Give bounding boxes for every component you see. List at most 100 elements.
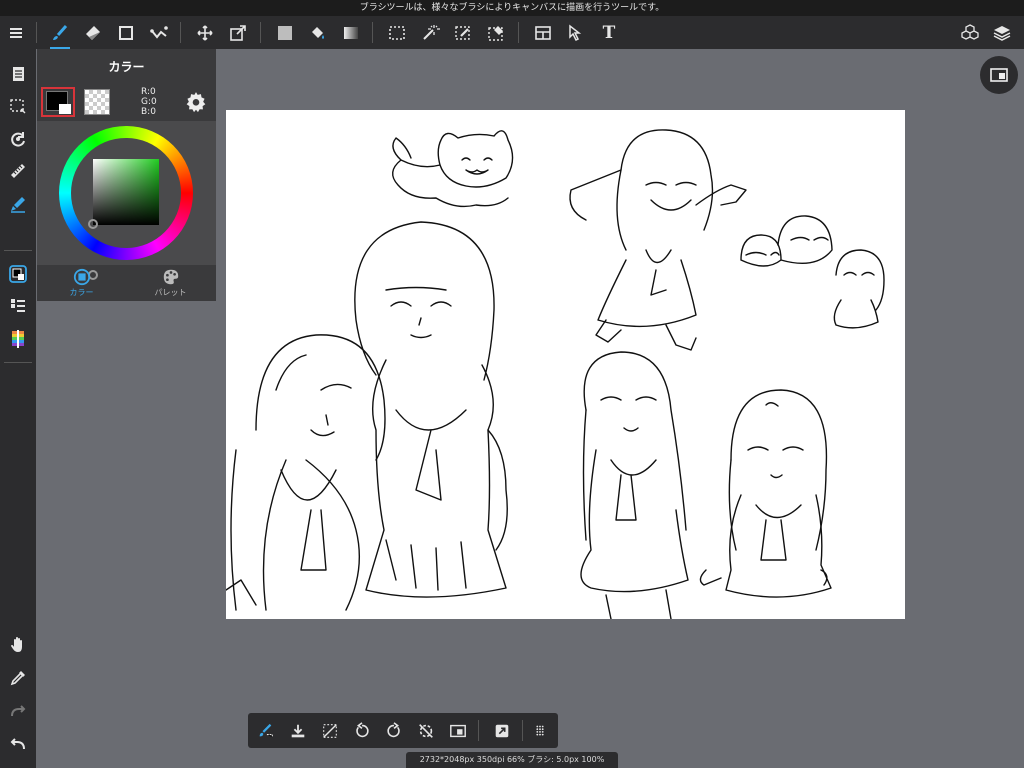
color-panel-tabs: カラー パレット [37, 265, 216, 301]
chibi-girl-sketch [569, 129, 747, 351]
top-toolbar: T [0, 16, 1024, 49]
transform-icon [230, 24, 246, 41]
color-swatch-icon [9, 265, 27, 283]
magic-wand-tool-button[interactable] [414, 16, 446, 49]
saturation-value-square[interactable] [93, 159, 159, 225]
ruler-button[interactable] [0, 156, 36, 186]
fill-tool-button[interactable] [269, 16, 301, 49]
color-settings-button[interactable] [185, 91, 207, 113]
rainbow-palette-icon [12, 330, 24, 348]
tab-palette[interactable]: パレット [126, 265, 215, 301]
sv-handle[interactable] [88, 219, 98, 229]
palette-icon [163, 269, 178, 285]
selection-button[interactable] [0, 91, 36, 121]
hand-tool-button[interactable] [0, 630, 36, 660]
line-art-drawing [226, 129, 885, 619]
eraser-icon [86, 25, 100, 40]
foreground-color-swatch[interactable] [41, 87, 75, 117]
color-palette-button[interactable] [0, 324, 36, 354]
layers-button[interactable] [986, 16, 1018, 49]
brush-settings-button[interactable] [250, 713, 282, 748]
green-value: G:0 [141, 97, 157, 107]
operation-tool-button[interactable] [560, 16, 592, 49]
vector-tool-button[interactable] [143, 16, 175, 49]
rgb-values: R:0 G:0 B:0 [141, 87, 157, 117]
gear-icon [186, 92, 206, 113]
gradient-tool-button[interactable] [335, 16, 367, 49]
frame-divider-icon [535, 25, 551, 40]
rotate-icon [11, 132, 25, 147]
bucket-tool-button[interactable] [302, 16, 334, 49]
bucket-icon [312, 26, 324, 39]
select-rect-tool-button[interactable] [381, 16, 413, 49]
select-pen-icon [455, 25, 470, 40]
reset-rotation-icon [419, 723, 433, 738]
undo-button[interactable] [0, 729, 36, 759]
color-swatches: R:0 G:0 B:0 [37, 85, 216, 119]
redo-button[interactable] [0, 696, 36, 726]
reset-rotation-button[interactable] [410, 713, 442, 748]
transform-tool-button[interactable] [222, 16, 254, 49]
brush-tool-button[interactable] [44, 16, 76, 49]
color-panel-toggle[interactable] [0, 259, 36, 289]
fit-canvas-button[interactable] [442, 713, 474, 748]
bottom-toolbar [248, 713, 558, 748]
deselect-button[interactable] [314, 713, 346, 748]
3d-model-button[interactable] [954, 16, 986, 49]
girl-center-sketch [354, 221, 508, 598]
canvas-view-button[interactable] [980, 56, 1018, 94]
fill-icon [278, 25, 292, 40]
select-eraser-icon [488, 25, 503, 41]
move-icon [197, 24, 213, 41]
rotate-right-button[interactable] [378, 713, 410, 748]
deselect-icon [323, 723, 337, 738]
tab-color[interactable]: カラー [37, 265, 126, 301]
rotate-left-icon [356, 721, 369, 737]
rotate-right-icon [387, 721, 400, 737]
red-value: R:0 [141, 87, 156, 97]
blue-value: B:0 [141, 107, 156, 117]
selection-icon [10, 99, 26, 114]
chibi-heads-sketch [740, 215, 885, 329]
rotate-left-button[interactable] [346, 713, 378, 748]
shape-icon [119, 25, 133, 40]
brush-list-icon [11, 299, 25, 312]
color-panel: カラー R:0 G:0 B:0 カラー パレット [37, 49, 216, 301]
undo-icon [10, 738, 25, 750]
redo-icon [11, 705, 26, 717]
eyedropper-button[interactable] [0, 663, 36, 693]
share-icon [495, 724, 509, 737]
save-button[interactable] [282, 713, 314, 748]
select-rect-icon [389, 25, 405, 40]
snap-pen-icon [11, 197, 25, 213]
transparent-color-swatch[interactable] [84, 89, 110, 115]
page-button[interactable] [0, 59, 36, 89]
cat-sketch [392, 130, 514, 208]
drawing-canvas[interactable] [226, 110, 905, 619]
shape-tool-button[interactable] [110, 16, 142, 49]
left-sidebar [0, 49, 36, 768]
select-pen-tool-button[interactable] [447, 16, 479, 49]
girl-bottom-middle-sketch [580, 351, 689, 619]
page-icon [13, 67, 24, 81]
rotate-canvas-button[interactable] [0, 124, 36, 154]
download-icon [291, 724, 305, 737]
layers-icon [993, 25, 1011, 41]
menu-button[interactable] [0, 16, 32, 49]
frame-divider-tool-button[interactable] [527, 16, 559, 49]
move-tool-button[interactable] [189, 16, 221, 49]
share-button[interactable] [486, 713, 518, 748]
eraser-tool-button[interactable] [77, 16, 109, 49]
operation-icon [569, 23, 582, 41]
select-eraser-tool-button[interactable] [480, 16, 512, 49]
girl-left-sketch [226, 334, 386, 611]
ruler-icon [11, 164, 25, 178]
more-options-button[interactable] [524, 713, 556, 748]
status-bar: 2732*2048px 350dpi 66% ブラシ: 5.0px 100% [406, 752, 618, 768]
brush-list-button[interactable] [0, 291, 36, 321]
text-tool-button[interactable]: T [593, 16, 625, 49]
menu-icon [10, 27, 22, 38]
girl-bottom-right-sketch [699, 389, 832, 598]
hand-icon [11, 637, 22, 652]
snap-button[interactable] [0, 189, 36, 219]
